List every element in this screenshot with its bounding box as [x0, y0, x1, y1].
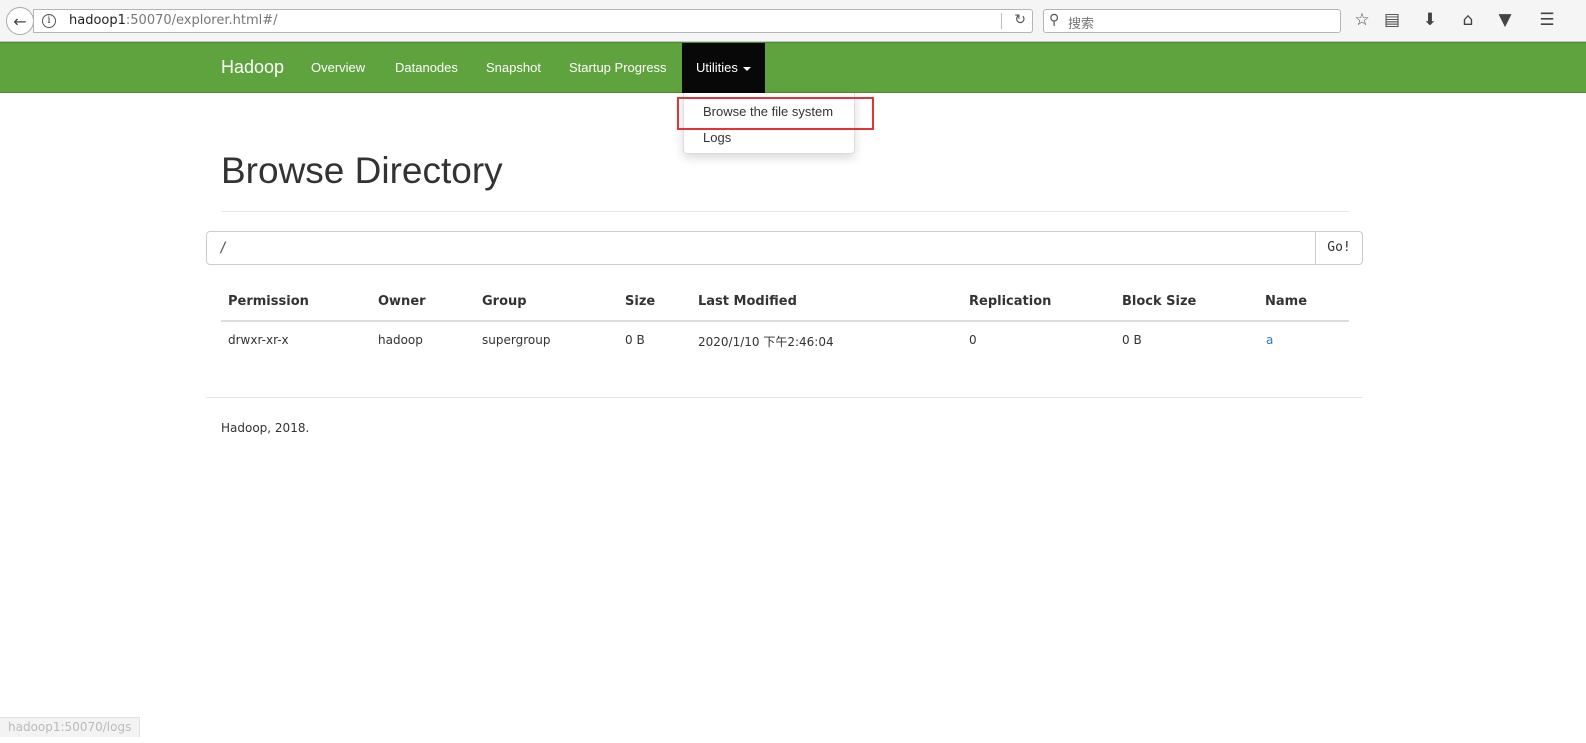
- home-icon[interactable]: ⌂: [1457, 10, 1479, 30]
- cell-replication: 0: [969, 333, 977, 347]
- browser-toolbar: ← i hadoop1:50070/explorer.html#/ ↻ ⚲ 搜索…: [0, 0, 1586, 42]
- search-icon: ⚲: [1049, 12, 1060, 28]
- caret-down-icon: [743, 67, 751, 71]
- highlight-annotation-box: [677, 97, 874, 130]
- nav-overview[interactable]: Overview: [311, 60, 365, 75]
- nav-utilities-label: Utilities: [696, 60, 738, 75]
- column-header-permission: Permission: [228, 294, 309, 309]
- url-text[interactable]: hadoop1:50070/explorer.html#/: [69, 13, 278, 28]
- menu-item-logs[interactable]: Logs: [703, 130, 731, 145]
- pocket-icon[interactable]: ▼: [1494, 10, 1516, 30]
- divider: [221, 211, 1349, 212]
- top-navbar: Hadoop Overview Datanodes Snapshot Start…: [0, 42, 1586, 93]
- cell-block-size: 0 B: [1122, 333, 1142, 347]
- footer-text: Hadoop, 2018.: [221, 421, 310, 435]
- info-icon[interactable]: i: [42, 14, 56, 28]
- url-host: hadoop1: [69, 13, 126, 28]
- cell-group: supergroup: [482, 333, 551, 347]
- column-header-size: Size: [625, 294, 656, 309]
- nav-snapshot[interactable]: Snapshot: [486, 60, 541, 75]
- column-header-replication: Replication: [969, 294, 1052, 309]
- go-button[interactable]: Go!: [1315, 231, 1363, 265]
- nav-datanodes[interactable]: Datanodes: [395, 60, 458, 75]
- page-title: Browse Directory: [221, 150, 503, 191]
- bookmark-star-icon[interactable]: ☆: [1351, 10, 1373, 30]
- footer-divider: [206, 397, 1363, 398]
- column-header-name: Name: [1265, 294, 1308, 309]
- column-header-group: Group: [482, 294, 527, 309]
- cell-last-modified: 2020/1/10 下午2:46:04: [698, 335, 834, 349]
- status-bar-url: hadoop1:50070/logs: [0, 717, 141, 737]
- address-bar[interactable]: i hadoop1:50070/explorer.html#/ ↻: [33, 9, 1033, 33]
- url-path: :50070/explorer.html#/: [125, 13, 278, 28]
- nav-startup-progress[interactable]: Startup Progress: [569, 60, 667, 75]
- cell-name-link[interactable]: a: [1266, 333, 1273, 347]
- cell-permission: drwxr-xr-x: [228, 333, 289, 347]
- search-box[interactable]: ⚲ 搜索: [1043, 9, 1341, 33]
- cell-size: 0 B: [625, 333, 645, 347]
- brand-link[interactable]: Hadoop: [221, 57, 284, 78]
- reload-icon[interactable]: ↻: [1014, 12, 1026, 28]
- back-arrow-icon[interactable]: ←: [6, 7, 34, 35]
- column-header-block-size: Block Size: [1122, 294, 1197, 309]
- table-header-divider: [221, 320, 1349, 322]
- cell-owner: hadoop: [378, 333, 423, 347]
- column-header-owner: Owner: [378, 294, 426, 309]
- menu-icon[interactable]: ☰: [1536, 10, 1558, 30]
- directory-path-input[interactable]: /: [206, 231, 1316, 265]
- reading-list-icon[interactable]: ▤: [1381, 10, 1403, 30]
- download-icon[interactable]: ⬇: [1419, 10, 1441, 30]
- column-header-last-modified: Last Modified: [698, 294, 797, 309]
- nav-utilities[interactable]: Utilities: [682, 43, 765, 93]
- url-divider: [1001, 13, 1002, 29]
- search-placeholder: 搜索: [1068, 17, 1095, 32]
